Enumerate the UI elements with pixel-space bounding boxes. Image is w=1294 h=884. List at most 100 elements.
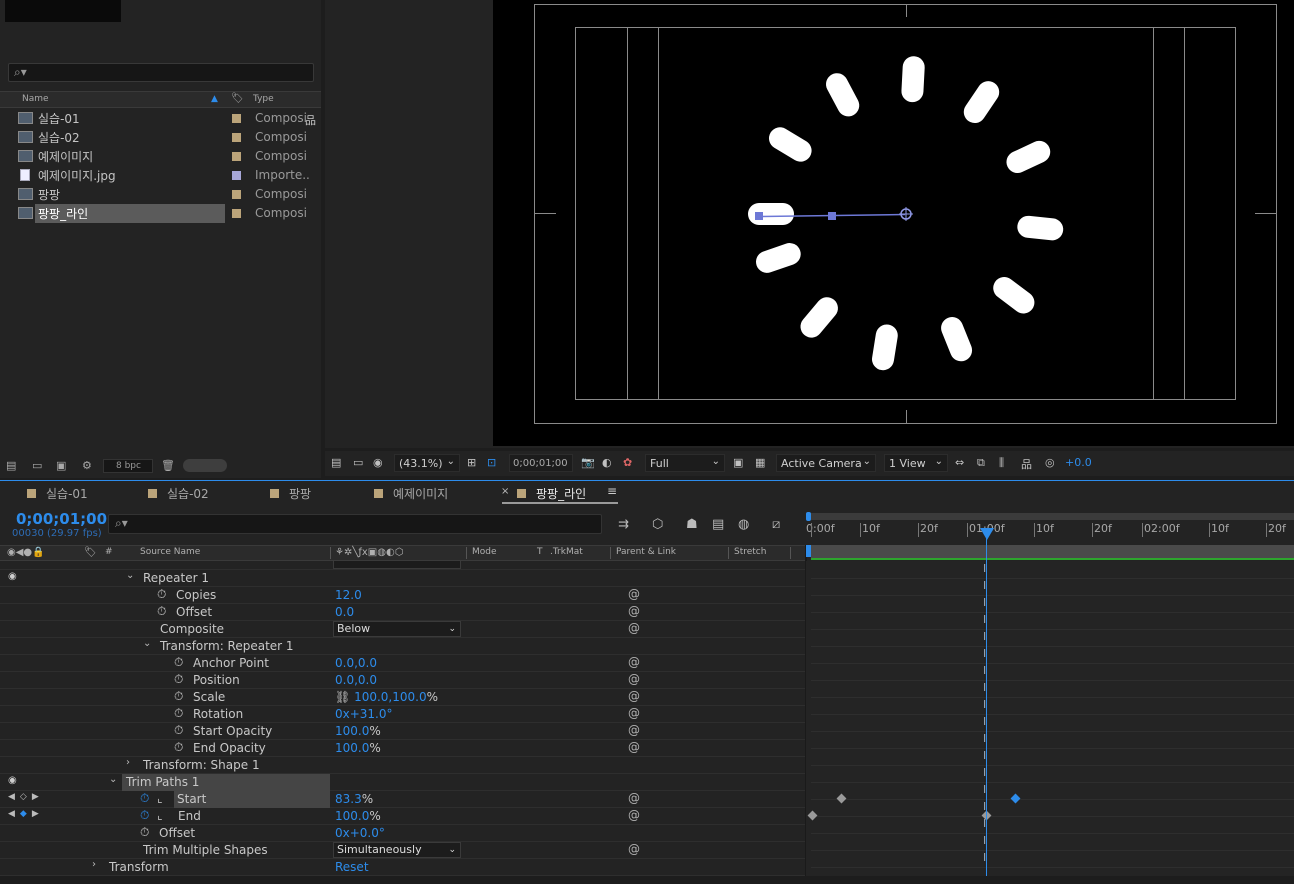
position-value[interactable]: 0.0,0.0: [335, 673, 377, 687]
trim-multiple-dropdown[interactable]: Simultaneously ⌄: [333, 842, 461, 858]
bit-depth-button[interactable]: 8 bpc: [103, 459, 153, 473]
trim-multiple-row[interactable]: Trim Multiple Shapes Simultaneously ⌄ @: [0, 842, 805, 859]
graph-icon[interactable]: ⌞: [157, 791, 163, 805]
project-item[interactable]: 실습-02 Composi: [0, 128, 321, 147]
exposure-value[interactable]: +0.0: [1065, 456, 1092, 469]
layer-number-header[interactable]: #: [105, 547, 113, 557]
label-color-swatch[interactable]: [232, 171, 241, 180]
parent-link-header[interactable]: Parent & Link: [616, 547, 676, 557]
show-snapshot-icon[interactable]: ◐: [602, 456, 612, 469]
chevron-down-icon[interactable]: ⌄: [143, 638, 151, 649]
pickwhip-icon[interactable]: @: [628, 655, 640, 669]
time-navigator[interactable]: [808, 513, 1294, 520]
transparency-grid-icon[interactable]: ⊡: [487, 456, 496, 469]
snapshot-camera-icon[interactable]: 📷: [581, 456, 595, 469]
project-item[interactable]: 예제이미지.jpg Importe..: [0, 166, 321, 185]
sort-ascending-icon[interactable]: ▲: [211, 94, 218, 104]
stopwatch-icon[interactable]: ⏱: [140, 825, 149, 840]
timeline-search-input[interactable]: ⌕▾: [108, 514, 602, 534]
tab-comp-active[interactable]: 팡팡_라인: [517, 485, 586, 502]
label-color-swatch[interactable]: [232, 114, 241, 123]
magnification-dropdown[interactable]: (43.1%) ⌄: [394, 454, 460, 472]
shy-layers-icon[interactable]: ☗: [686, 517, 698, 532]
pickwhip-icon[interactable]: @: [628, 791, 640, 805]
motion-blur-icon[interactable]: ◍: [738, 517, 749, 532]
pickwhip-icon[interactable]: @: [628, 842, 640, 856]
track-area[interactable]: [806, 561, 1294, 884]
project-settings-icon[interactable]: ⚙: [82, 459, 92, 472]
new-folder-icon[interactable]: ▭: [32, 459, 42, 472]
start-opacity-value[interactable]: 100.0%: [335, 724, 381, 738]
rotation-value[interactable]: 0x+31.0°: [335, 707, 393, 721]
stopwatch-icon[interactable]: ⏱: [174, 672, 183, 687]
composition-canvas[interactable]: [493, 0, 1294, 446]
repeater-group-row[interactable]: ◉ ⌄ Repeater 1: [0, 570, 805, 587]
time-navigator-start-handle[interactable]: [806, 512, 811, 521]
current-time-display[interactable]: 0;00;01;00: [509, 454, 573, 472]
offset-value[interactable]: 0.0: [335, 605, 354, 619]
timeline-current-time[interactable]: 0;00;01;00: [16, 510, 107, 528]
chevron-down-icon[interactable]: ⌄: [109, 774, 117, 785]
tab-comp-3[interactable]: 팡팡: [270, 485, 311, 502]
checkerboard-icon[interactable]: ▦: [755, 456, 765, 469]
mask-visibility-icon[interactable]: ◉: [373, 456, 383, 469]
t-header[interactable]: T: [537, 547, 543, 557]
transform-row[interactable]: › Transform Reset: [0, 859, 805, 876]
graph-editor-icon[interactable]: ⧄: [772, 517, 780, 532]
copies-value[interactable]: 12.0: [335, 588, 362, 602]
trim-end-row[interactable]: ◀◆▶ ⏱ ⌞ End 100.0% @: [0, 808, 805, 825]
close-tab-icon[interactable]: ×: [501, 486, 509, 497]
pickwhip-icon[interactable]: @: [628, 706, 640, 720]
resolution-dropdown[interactable]: Full ⌄: [645, 454, 725, 472]
pickwhip-icon[interactable]: @: [628, 604, 640, 618]
eye-icon[interactable]: ◉: [8, 571, 17, 582]
pickwhip-icon[interactable]: @: [628, 587, 640, 601]
stopwatch-icon[interactable]: ⏱: [174, 723, 183, 738]
stopwatch-icon[interactable]: ⏱: [157, 587, 166, 602]
trkmat-header[interactable]: .TrkMat: [550, 547, 583, 557]
label-color-swatch[interactable]: [232, 209, 241, 218]
chevron-right-icon[interactable]: ›: [126, 757, 130, 768]
pickwhip-icon[interactable]: @: [628, 672, 640, 686]
view-layout-dropdown[interactable]: 1 View ⌄: [884, 454, 948, 472]
composite-property-row[interactable]: Composite Below ⌄ @: [0, 621, 805, 638]
anchor-point-row[interactable]: ⏱ Anchor Point 0.0,0.0 @: [0, 655, 805, 672]
color-channel-icon[interactable]: ✿: [623, 456, 632, 469]
flowchart-icon[interactable]: 品: [305, 112, 316, 128]
label-column-icon[interactable]: 🏷: [84, 547, 97, 558]
stretch-header[interactable]: Stretch: [734, 547, 766, 557]
always-preview-icon[interactable]: ▤: [331, 456, 341, 469]
panel-menu-icon[interactable]: ≡: [607, 484, 617, 498]
draft-3d-icon[interactable]: ⬡: [652, 517, 663, 532]
end-opacity-row[interactable]: ⏱ End Opacity 100.0% @: [0, 740, 805, 757]
name-column-header[interactable]: Name: [22, 94, 49, 104]
source-name-header[interactable]: Source Name: [140, 547, 200, 557]
offset-property-row[interactable]: ⏱ Offset 0.0 @: [0, 604, 805, 621]
chevron-down-icon[interactable]: ⌄: [126, 570, 134, 581]
project-item[interactable]: 예제이미지 Composi: [0, 147, 321, 166]
trash-icon[interactable]: 🗑: [161, 459, 175, 472]
toggle-viewer-icon[interactable]: ⫼: [999, 456, 1004, 470]
trim-start-row[interactable]: ◀◇▶ ⏱ ⌞ Start 83.3% @: [0, 791, 805, 808]
composite-dropdown[interactable]: Below ⌄: [333, 621, 461, 637]
pickwhip-icon[interactable]: @: [628, 808, 640, 822]
project-scrollbar[interactable]: [183, 459, 227, 472]
scale-value[interactable]: ⛓ 100.0,100.0%: [335, 690, 438, 704]
reset-exposure-icon[interactable]: ◎: [1045, 456, 1055, 469]
frame-blending-icon[interactable]: ▤: [712, 517, 724, 532]
project-item[interactable]: 팡팡_라인 Composi: [0, 204, 321, 223]
stopwatch-icon[interactable]: ⏱: [157, 604, 166, 619]
eye-icon[interactable]: ◉: [8, 775, 17, 786]
trim-offset-value[interactable]: 0x+0.0°: [335, 826, 385, 840]
anchor-point-value[interactable]: 0.0,0.0: [335, 656, 377, 670]
pickwhip-icon[interactable]: @: [628, 621, 640, 635]
stopwatch-active-icon[interactable]: ⏱: [140, 791, 149, 806]
tab-comp-4[interactable]: 예제이미지: [374, 485, 448, 502]
trim-end-value[interactable]: 100.0%: [335, 809, 381, 823]
stopwatch-icon[interactable]: ⏱: [174, 689, 183, 704]
label-column-icon[interactable]: 🏷: [231, 93, 244, 104]
current-time-indicator-head[interactable]: [980, 528, 994, 540]
tab-comp-2[interactable]: 실습-02: [148, 485, 209, 502]
camera-dropdown[interactable]: Active Camera ⌄: [776, 454, 876, 472]
type-column-header[interactable]: Type: [253, 94, 274, 104]
